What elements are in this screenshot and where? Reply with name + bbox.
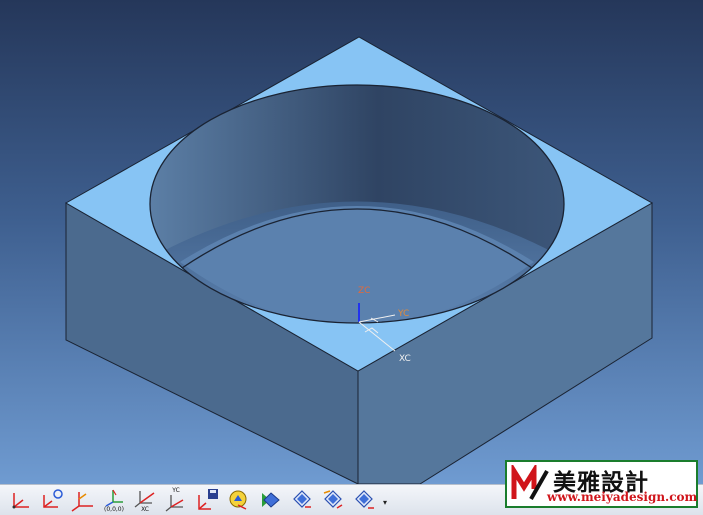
view-orient-icon (262, 492, 280, 508)
csys-absolute-origin-button[interactable]: (0,0,0) (101, 487, 127, 513)
rotate-view-2-icon (323, 490, 343, 509)
csys-dynamic-button[interactable] (8, 487, 34, 513)
triad-y-label: YC (397, 309, 409, 319)
csys-save-button[interactable] (195, 487, 221, 513)
csys-point-icon (43, 489, 63, 508)
csys-point-button[interactable] (39, 487, 65, 513)
csys-wcs-button[interactable] (226, 487, 252, 513)
watermark-logo: 美雅設計 www.meiyadesign.com (505, 460, 698, 508)
csys-xc-button[interactable]: XC (132, 487, 158, 513)
csys-wcs-icon (229, 490, 247, 510)
csys-yc-button[interactable]: YC (163, 487, 189, 513)
csys-origin-icon (71, 492, 93, 512)
model-scene: ZC YC XC (64, 36, 654, 484)
rotate-view-2-button[interactable] (320, 487, 346, 513)
meiya-logo-icon (511, 465, 549, 500)
rotate-view-1-button[interactable] (289, 487, 315, 513)
view-orient-button[interactable] (258, 487, 284, 513)
triad-z-label: ZC (358, 286, 370, 296)
watermark-url: www.meiyadesign.com (547, 490, 698, 504)
rotate-view-3-icon (355, 490, 374, 509)
triad-x-label: XC (399, 354, 411, 364)
rotate-view-3-button[interactable] (351, 487, 377, 513)
toolbar-overflow-chevron-icon[interactable]: ▾ (380, 497, 390, 509)
csys-dynamic-icon (12, 493, 29, 509)
csys-origin-button[interactable] (70, 487, 96, 513)
csys-save-icon (198, 489, 218, 510)
rotate-view-1-icon (293, 490, 311, 508)
graphics-viewport[interactable]: ZC YC XC (0, 0, 703, 484)
